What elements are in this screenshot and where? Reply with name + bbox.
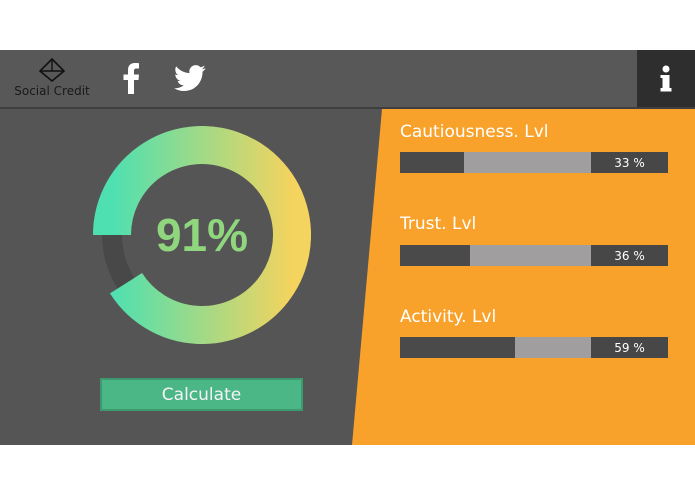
score-value: 91% — [155, 209, 249, 261]
cautiousness-label: Cautiousness. Lvl — [400, 122, 549, 142]
trust-bar-fill — [400, 245, 470, 266]
facebook-button[interactable] — [118, 60, 144, 96]
trust-label: Trust. Lvl — [400, 214, 477, 234]
brand-name: Social Credit — [14, 84, 90, 98]
facebook-icon — [123, 63, 139, 94]
info-icon — [660, 65, 672, 91]
calculate-button[interactable]: Calculate — [100, 378, 303, 411]
activity-label: Activity. Lvl — [400, 307, 497, 327]
twitter-button[interactable] — [172, 60, 208, 96]
trust-value: 36 % — [591, 245, 668, 266]
activity-value: 59 % — [591, 337, 668, 358]
app-window: Social Credit 91% Calculate Cautiousness… — [0, 50, 695, 445]
trust-bar: 36 % — [400, 245, 668, 266]
diamond-logo-icon — [39, 58, 65, 82]
activity-bar-fill — [400, 337, 516, 358]
top-bar: Social Credit — [0, 50, 695, 109]
cautiousness-bar: 33 % — [400, 152, 668, 173]
brand-logo[interactable]: Social Credit — [10, 58, 94, 102]
score-gauge: 91% — [93, 126, 311, 344]
cautiousness-bar-fill — [400, 152, 465, 173]
twitter-icon — [174, 65, 206, 91]
cautiousness-value: 33 % — [591, 152, 668, 173]
info-button[interactable] — [637, 50, 695, 107]
activity-bar: 59 % — [400, 337, 668, 358]
